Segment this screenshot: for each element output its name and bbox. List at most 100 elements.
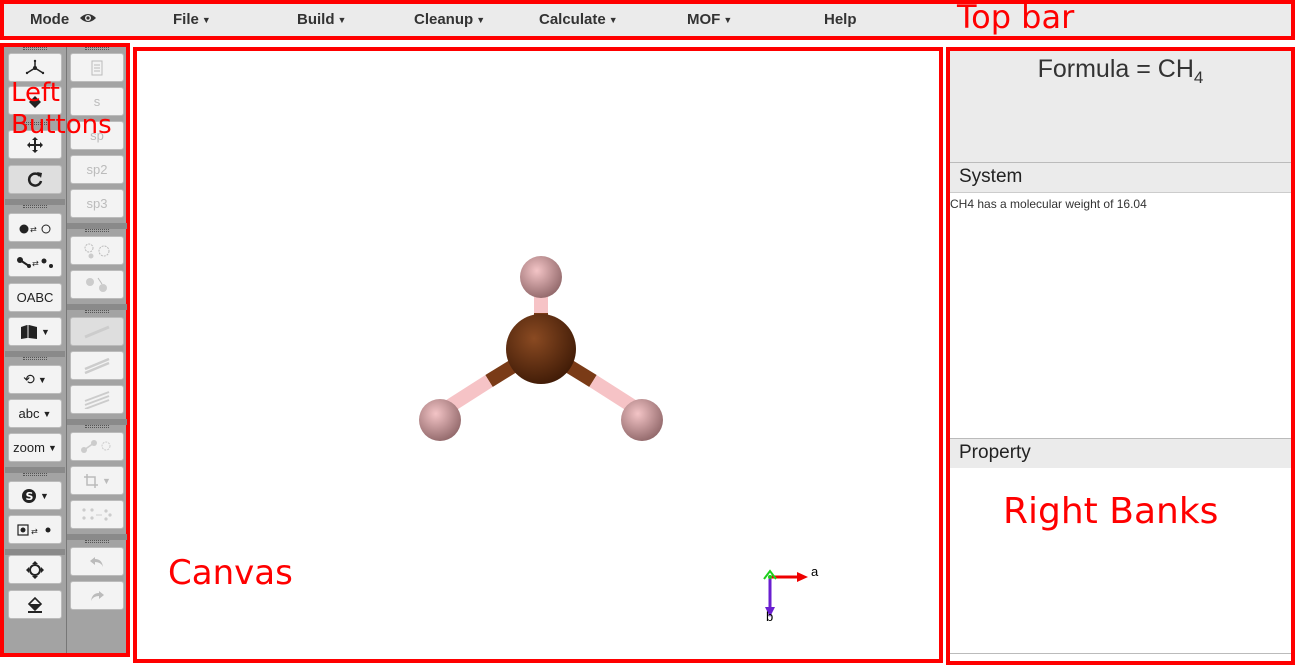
symmetry-icon: S [22, 488, 37, 503]
formula-pane: Formula = CH4 [950, 51, 1291, 163]
property-header[interactable]: Property [950, 438, 1291, 468]
chevron-down-icon: ▼ [41, 326, 50, 337]
chevron-down-icon: ▼ [201, 15, 211, 26]
grip-handle[interactable] [23, 47, 47, 50]
axes-icon [25, 59, 45, 74]
chevron-down-icon: ▼ [42, 408, 52, 419]
cleanup-menu[interactable]: Cleanup ▼ [414, 10, 485, 30]
file-menu-label: File [173, 11, 199, 28]
label-dropdown-text: abc [18, 406, 40, 421]
zoom-dropdown-button[interactable]: zoom ▼ [8, 433, 62, 462]
bond-swap-button[interactable]: ⇄ [8, 248, 62, 277]
left-annotation-line1: Left [11, 78, 60, 108]
lattice-button[interactable] [70, 500, 124, 529]
hydrogen-atom[interactable] [520, 256, 562, 298]
mode-label: Mode [30, 11, 70, 28]
add-fragment-button[interactable] [70, 236, 124, 265]
crop-icon [84, 473, 99, 488]
hydrogen-atom[interactable] [419, 399, 461, 441]
single-bond-button[interactable] [70, 317, 124, 346]
double-bond-button[interactable] [70, 351, 124, 380]
hydrogen-atom[interactable] [621, 399, 663, 441]
supercell-swap-button[interactable]: ⇄ [8, 515, 62, 544]
zoom-dropdown-text: zoom [13, 440, 45, 455]
grip-handle[interactable] [85, 47, 109, 50]
symmetry-dropdown-button[interactable]: S ▼ [8, 481, 62, 510]
undo-button[interactable] [70, 547, 124, 576]
atom-swap-icon: ⇄ [19, 224, 51, 234]
axis-b-label: b [766, 609, 773, 624]
grip-handle[interactable] [85, 310, 109, 313]
supercell-swap-icon: ⇄ [17, 523, 51, 536]
axis-indicator: a b [763, 564, 819, 624]
center-button[interactable] [8, 555, 62, 584]
hybrid-sp3-button[interactable]: sp3 [70, 189, 124, 218]
cut-bond-button[interactable] [70, 270, 124, 299]
bond-swap-icon: ⇄ [17, 256, 53, 268]
grip-handle[interactable] [23, 473, 47, 476]
chevron-down-icon: ▼ [723, 15, 733, 26]
paint-button[interactable] [8, 590, 62, 619]
oabc-button[interactable]: OABC [8, 283, 62, 312]
svg-text:⇄: ⇄ [32, 259, 39, 268]
grip-handle[interactable] [85, 425, 109, 428]
system-header[interactable]: System [950, 163, 1291, 193]
chevron-down-icon: ▼ [47, 442, 57, 453]
build-menu-label: Build [297, 11, 335, 28]
calculate-menu[interactable]: Calculate ▼ [539, 10, 618, 30]
grip-handle[interactable] [85, 229, 109, 232]
eye-icon [79, 10, 97, 30]
chevron-down-icon: ▼ [337, 15, 347, 26]
axis-a-label: a [811, 564, 819, 579]
double-bond-icon [84, 357, 110, 374]
left-buttons-annotation: Left Buttons [11, 77, 112, 141]
build-menu[interactable]: Build ▼ [297, 10, 346, 30]
single-bond-icon [84, 325, 110, 338]
carbon-atom[interactable] [506, 314, 576, 384]
svg-text:⇄: ⇄ [30, 225, 37, 234]
mode-menu[interactable]: Mode [30, 10, 97, 30]
hybrid-sp3-label: sp3 [86, 196, 108, 211]
canvas-annotation: Canvas [168, 553, 293, 593]
grip-handle[interactable] [23, 205, 47, 208]
chevron-down-icon: ▼ [608, 15, 618, 26]
scissors-icon [86, 277, 107, 292]
svg-text:S: S [26, 490, 34, 503]
help-menu[interactable]: Help [824, 10, 857, 30]
file-menu[interactable]: File ▼ [173, 10, 211, 30]
top-bar: Mode File ▼ Build ▼ Cleanup ▼ Calculate ▼ MO… [0, 0, 1295, 40]
molecule-canvas[interactable]: a b Canvas [133, 47, 943, 663]
cleanup-menu-label: Cleanup [414, 11, 474, 28]
redo-icon [91, 590, 104, 601]
grip-handle[interactable] [85, 540, 109, 543]
rotate-button[interactable] [8, 165, 62, 194]
view-dropdown-button[interactable]: ▼ [8, 317, 62, 346]
undo-icon [90, 556, 103, 567]
hybrid-sp2-button[interactable]: sp2 [70, 155, 124, 184]
graph-icon [81, 439, 111, 453]
grip-handle[interactable] [23, 357, 47, 360]
chevron-down-icon: ▼ [40, 490, 49, 501]
bottom-divider [950, 653, 1291, 654]
formula-subscript: 4 [1193, 68, 1204, 87]
cycle-dropdown-button[interactable]: ⟲ ▼ [8, 365, 62, 394]
chevron-down-icon: ▼ [102, 475, 111, 486]
crop-dropdown-button[interactable]: ▼ [70, 466, 124, 495]
chevron-down-icon: ▼ [476, 15, 486, 26]
label-dropdown-button[interactable]: abc ▼ [8, 399, 62, 428]
help-menu-label: Help [824, 11, 857, 28]
graph-transform-button[interactable] [70, 432, 124, 461]
redo-button[interactable] [70, 581, 124, 610]
left-annotation-line2: Buttons [11, 110, 112, 140]
system-info-text: CH4 has a molecular weight of 16.04 [950, 197, 1147, 211]
top-bar-annotation: Top bar [957, 0, 1075, 36]
triple-bond-button[interactable] [70, 385, 124, 414]
app-root: Mode File ▼ Build ▼ Cleanup ▼ Calculate ▼ MO… [0, 0, 1295, 666]
crosshair-icon [26, 560, 44, 579]
periodic-table-icon [91, 60, 103, 75]
right-banks: Formula = CH4 System CH4 has a molecular… [946, 47, 1295, 665]
chevron-down-icon: ▼ [37, 374, 47, 385]
mof-menu[interactable]: MOF ▼ [687, 10, 732, 30]
atom-swap-button[interactable]: ⇄ [8, 213, 62, 242]
calculate-menu-label: Calculate [539, 11, 606, 28]
